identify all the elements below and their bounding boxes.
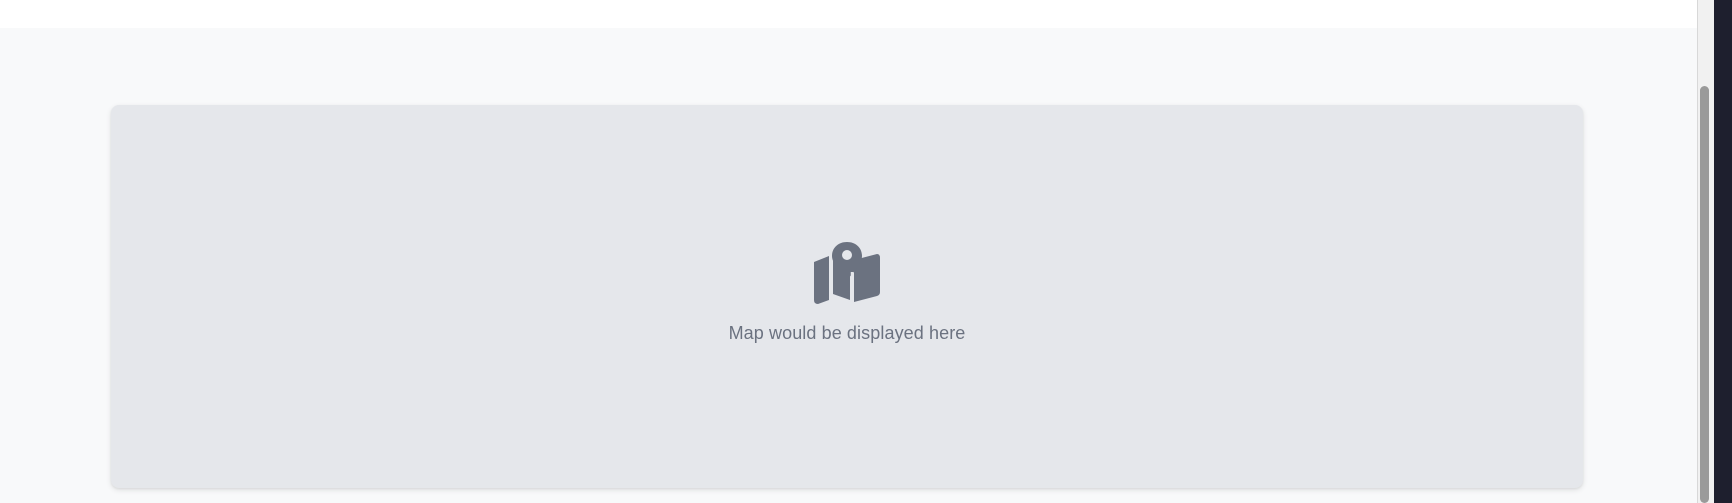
content-area: Map would be displayed here bbox=[0, 28, 1697, 503]
placeholder-content: Map would be displayed here bbox=[111, 242, 1583, 344]
map-placeholder-text: Map would be displayed here bbox=[728, 323, 966, 343]
map-placeholder: Map would be displayed here bbox=[111, 105, 1583, 488]
scrollbar-thumb[interactable] bbox=[1700, 86, 1709, 503]
map-location-icon bbox=[812, 242, 882, 304]
top-bar bbox=[0, 0, 1697, 28]
page: Map would be displayed here bbox=[0, 0, 1732, 503]
